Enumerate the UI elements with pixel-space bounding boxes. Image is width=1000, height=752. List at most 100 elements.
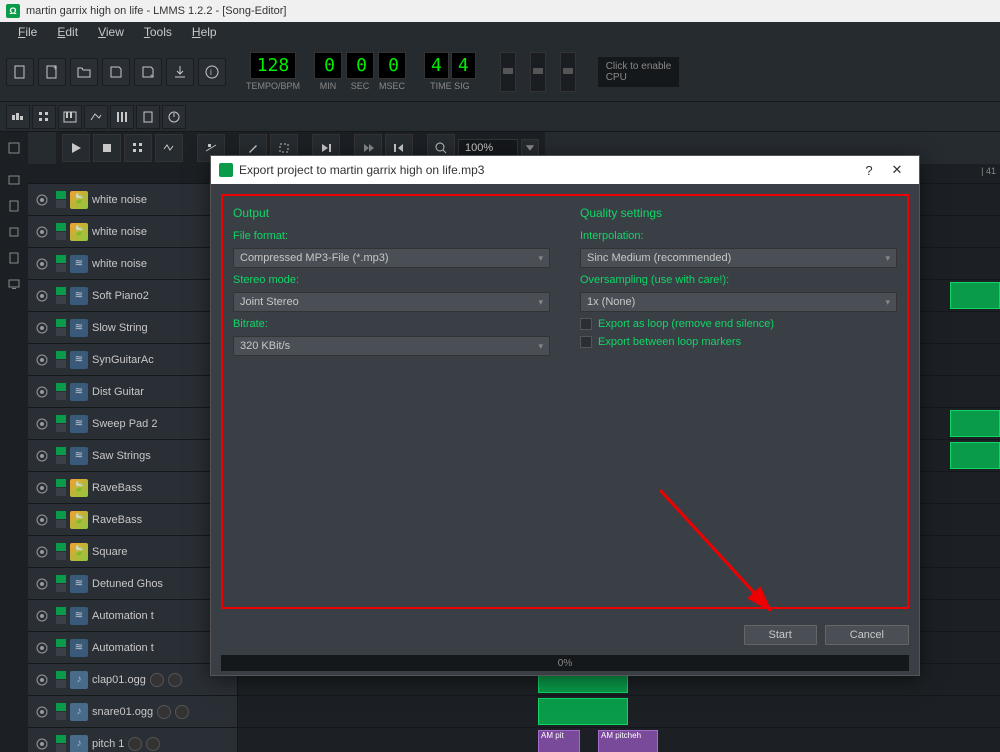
track-name-label[interactable]: Slow String — [92, 322, 148, 334]
track-type-icon[interactable]: 🍃 — [70, 479, 88, 497]
track-gear-icon[interactable] — [32, 318, 52, 338]
track-gear-icon[interactable] — [32, 478, 52, 498]
master-volume-slider[interactable] — [500, 52, 516, 92]
track-name-label[interactable]: snare01.ogg — [92, 706, 153, 718]
mute-button[interactable] — [56, 447, 66, 455]
solo-button[interactable] — [56, 520, 66, 528]
mute-button[interactable] — [56, 223, 66, 231]
file-format-combo[interactable]: Compressed MP3-File (*.mp3) — [233, 248, 550, 268]
solo-button[interactable] — [56, 616, 66, 624]
cancel-button[interactable]: Cancel — [825, 625, 909, 645]
track-type-icon[interactable]: ≋ — [70, 575, 88, 593]
track-type-icon[interactable]: ≋ — [70, 255, 88, 273]
mute-button[interactable] — [56, 479, 66, 487]
solo-button[interactable] — [56, 648, 66, 656]
audio-clip[interactable] — [538, 698, 628, 725]
track-type-icon[interactable]: 🍃 — [70, 543, 88, 561]
track-name-label[interactable]: Automation t — [92, 642, 154, 654]
timesig-display[interactable]: 4 4 TIME SIG — [424, 52, 476, 91]
solo-button[interactable] — [56, 584, 66, 592]
track-gear-icon[interactable] — [32, 510, 52, 530]
track-gear-icon[interactable] — [32, 670, 52, 690]
new-file-button[interactable] — [6, 58, 34, 86]
solo-button[interactable] — [56, 744, 66, 752]
track-name-label[interactable]: Sweep Pad 2 — [92, 418, 157, 430]
close-button[interactable]: ✕ — [883, 159, 911, 181]
mute-button[interactable] — [56, 575, 66, 583]
solo-button[interactable] — [56, 680, 66, 688]
track-name-label[interactable]: RaveBass — [92, 514, 142, 526]
solo-button[interactable] — [56, 552, 66, 560]
automation-clip[interactable]: AM pit — [538, 730, 580, 752]
track-name-label[interactable]: white noise — [92, 194, 147, 206]
track-type-icon[interactable]: ♪ — [70, 703, 88, 721]
save-button[interactable] — [102, 58, 130, 86]
track-name-label[interactable]: Soft Piano2 — [92, 290, 149, 302]
track-gear-icon[interactable] — [32, 542, 52, 562]
export-loop-checkbox[interactable] — [580, 318, 592, 330]
menu-help[interactable]: Help — [184, 23, 225, 41]
record-button[interactable] — [124, 134, 152, 162]
track-type-icon[interactable]: ≋ — [70, 319, 88, 337]
solo-button[interactable] — [56, 392, 66, 400]
mute-button[interactable] — [56, 639, 66, 647]
track-name-label[interactable]: Detuned Ghos — [92, 578, 163, 590]
solo-button[interactable] — [56, 232, 66, 240]
mute-button[interactable] — [56, 607, 66, 615]
menu-file[interactable]: File — [10, 23, 45, 41]
menu-edit[interactable]: Edit — [49, 23, 86, 41]
track-name-label[interactable]: RaveBass — [92, 482, 142, 494]
track-type-icon[interactable]: ≋ — [70, 287, 88, 305]
menu-tools[interactable]: Tools — [136, 23, 180, 41]
home-tab-icon[interactable] — [4, 248, 24, 268]
solo-button[interactable] — [56, 200, 66, 208]
stereo-mode-combo[interactable]: Joint Stereo — [233, 292, 550, 312]
track-name-label[interactable]: white noise — [92, 258, 147, 270]
tempo-display[interactable]: 128 TEMPO/BPM — [246, 52, 300, 91]
mute-button[interactable] — [56, 383, 66, 391]
mute-button[interactable] — [56, 671, 66, 679]
track-gear-icon[interactable] — [32, 446, 52, 466]
track-type-icon[interactable]: ♪ — [70, 735, 88, 752]
mute-button[interactable] — [56, 703, 66, 711]
fx-mixer-button[interactable] — [110, 105, 134, 129]
start-button[interactable]: Start — [744, 625, 817, 645]
new-template-button[interactable]: + — [38, 58, 66, 86]
track-name-label[interactable]: white noise — [92, 226, 147, 238]
open-button[interactable] — [70, 58, 98, 86]
mute-button[interactable] — [56, 351, 66, 359]
instruments-tab-icon[interactable] — [4, 170, 24, 190]
mute-button[interactable] — [56, 319, 66, 327]
solo-button[interactable] — [56, 328, 66, 336]
oversampling-combo[interactable]: 1x (None) — [580, 292, 897, 312]
track-type-icon[interactable]: ≋ — [70, 415, 88, 433]
mute-button[interactable] — [56, 255, 66, 263]
stop-button[interactable] — [93, 134, 121, 162]
master-pan-slider[interactable] — [560, 52, 576, 92]
track-gear-icon[interactable] — [32, 638, 52, 658]
record-accompany-button[interactable] — [155, 134, 183, 162]
sidebar-toggle-icon[interactable] — [4, 138, 24, 158]
solo-button[interactable] — [56, 424, 66, 432]
solo-button[interactable] — [56, 712, 66, 720]
vol-knob[interactable] — [128, 737, 142, 751]
solo-button[interactable] — [56, 360, 66, 368]
track-name-label[interactable]: clap01.ogg — [92, 674, 146, 686]
piano-roll-button[interactable] — [58, 105, 82, 129]
export-markers-checkbox[interactable] — [580, 336, 592, 348]
track-gear-icon[interactable] — [32, 702, 52, 722]
mute-button[interactable] — [56, 735, 66, 743]
pan-knob[interactable] — [168, 673, 182, 687]
bb-editor-button[interactable] — [32, 105, 56, 129]
track-type-icon[interactable]: 🍃 — [70, 191, 88, 209]
info-button[interactable]: i — [198, 58, 226, 86]
track-name-label[interactable]: pitch 1 — [92, 738, 124, 750]
controller-rack-button[interactable] — [162, 105, 186, 129]
solo-button[interactable] — [56, 296, 66, 304]
automation-editor-button[interactable] — [84, 105, 108, 129]
mute-button[interactable] — [56, 191, 66, 199]
track-gear-icon[interactable] — [32, 190, 52, 210]
track-name-label[interactable]: Dist Guitar — [92, 386, 144, 398]
song-editor-button[interactable] — [6, 105, 30, 129]
menu-view[interactable]: View — [90, 23, 132, 41]
